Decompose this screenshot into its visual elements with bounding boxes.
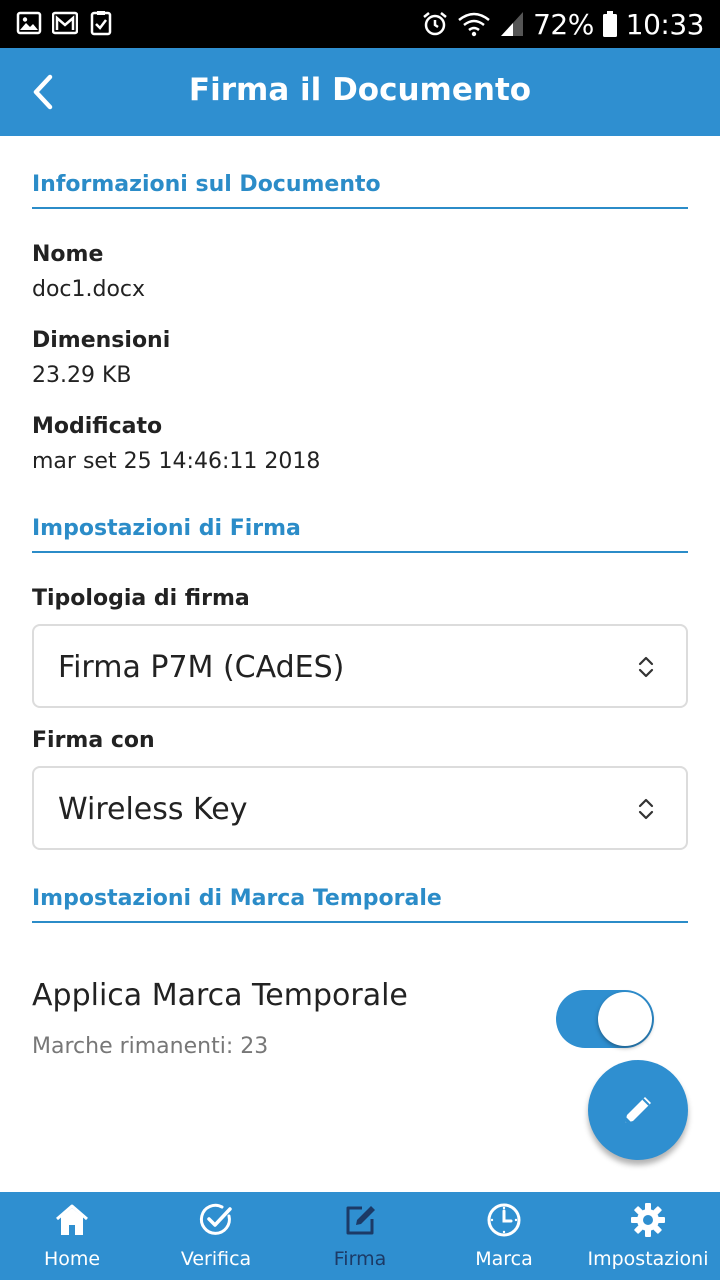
nav-label-firma: Firma xyxy=(333,1248,387,1270)
signature-type-value: Firma P7M (CAdES) xyxy=(58,650,345,685)
alarm-icon xyxy=(423,12,447,36)
field-modified-value: mar set 25 14:46:11 2018 xyxy=(32,449,321,474)
remaining-timestamps-text: Marche rimanenti: 23 xyxy=(32,1034,269,1059)
nav-item-marca[interactable]: Marca xyxy=(432,1192,576,1280)
home-icon xyxy=(56,1204,88,1235)
section-header-signature-settings: Impostazioni di Firma xyxy=(32,516,688,553)
nav-label-verifica: Verifica xyxy=(180,1248,252,1270)
pencil-icon xyxy=(625,1097,651,1123)
field-size-label: Dimensioni xyxy=(32,328,171,353)
nav-label-marca: Marca xyxy=(475,1248,533,1270)
signature-type-select[interactable]: Firma P7M (CAdES) xyxy=(32,624,688,708)
wifi-icon xyxy=(458,12,490,37)
mail-icon xyxy=(52,11,78,35)
select-arrows-icon xyxy=(638,798,654,820)
nav-label-impostazioni: Impostazioni xyxy=(587,1248,709,1270)
bottom-navigation: Home Verifica Firma Marca Impostazioni xyxy=(0,1192,720,1280)
battery-percent: 72% xyxy=(533,7,594,41)
sign-with-select[interactable]: Wireless Key xyxy=(32,766,688,850)
notification-icons xyxy=(16,10,114,36)
status-bar: 72% 10:33 xyxy=(0,0,720,48)
system-status: 72% 10:33 xyxy=(421,6,705,42)
edit-icon xyxy=(346,1206,375,1235)
nav-label-home: Home xyxy=(43,1248,101,1270)
field-size-value: 23.29 KB xyxy=(32,363,132,388)
clock-icon xyxy=(487,1203,521,1237)
toggle-knob xyxy=(598,992,652,1046)
nav-item-verifica[interactable]: Verifica xyxy=(144,1192,288,1280)
battery-icon xyxy=(602,11,617,37)
field-name: Nome doc1.docx xyxy=(32,242,688,302)
sign-fab-button[interactable] xyxy=(588,1060,688,1160)
task-icon xyxy=(90,11,112,36)
section-header-document-info: Informazioni sul Documento xyxy=(32,172,688,209)
nav-item-firma[interactable]: Firma xyxy=(288,1192,432,1280)
image-icon xyxy=(16,11,42,35)
field-size: Dimensioni 23.29 KB xyxy=(32,328,688,388)
nav-item-impostazioni[interactable]: Impostazioni xyxy=(576,1192,720,1280)
signature-type-label: Tipologia di firma xyxy=(32,586,250,611)
app-bar: Firma il Documento xyxy=(0,48,720,136)
signal-icon xyxy=(501,12,524,36)
field-modified: Modificato mar set 25 14:46:11 2018 xyxy=(32,414,688,474)
page-title: Firma il Documento xyxy=(188,72,532,108)
select-arrows-icon xyxy=(638,656,654,678)
apply-timestamp-toggle[interactable] xyxy=(556,990,654,1048)
nav-item-home[interactable]: Home xyxy=(0,1192,144,1280)
section-header-timestamp-settings: Impostazioni di Marca Temporale xyxy=(32,886,688,923)
sign-with-label: Firma con xyxy=(32,728,155,753)
gear-icon xyxy=(631,1203,665,1237)
field-name-label: Nome xyxy=(32,242,104,267)
field-name-value: doc1.docx xyxy=(32,277,146,302)
sign-with-value: Wireless Key xyxy=(58,792,248,827)
field-modified-label: Modificato xyxy=(32,414,163,439)
check-circle-icon xyxy=(199,1203,232,1235)
clock-time: 10:33 xyxy=(625,7,705,41)
apply-timestamp-label: Applica Marca Temporale xyxy=(32,978,408,1013)
